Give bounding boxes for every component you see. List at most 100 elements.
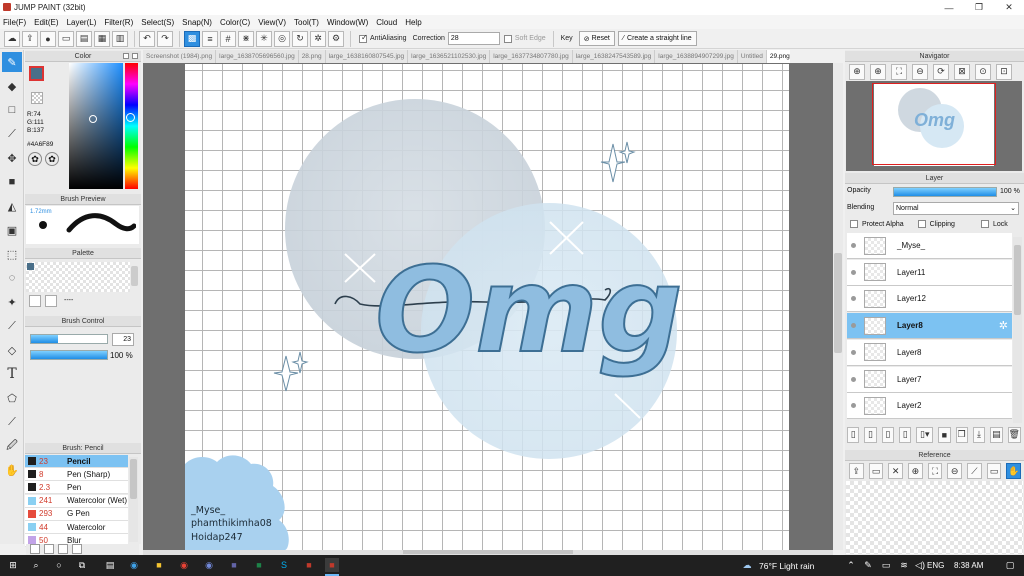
story-icon[interactable]: ▥ bbox=[112, 30, 128, 47]
antialiasing-checkbox[interactable]: ✓ bbox=[359, 33, 368, 43]
zoom-out-icon[interactable]: ⊖ bbox=[912, 63, 928, 80]
layer-row[interactable]: Layer11 bbox=[847, 259, 1012, 286]
fit-icon[interactable]: ⛶ bbox=[891, 63, 907, 80]
brush-list-scroll-thumb[interactable] bbox=[130, 459, 137, 499]
tray-chevron-icon[interactable]: ⌃ bbox=[844, 558, 858, 572]
snap-more-icon[interactable]: ⚙ bbox=[328, 30, 344, 47]
new-1bit-layer-icon[interactable]: ▯ bbox=[881, 426, 895, 443]
volume-icon[interactable]: ◁) bbox=[913, 558, 927, 572]
lock-view-icon[interactable]: ⊡ bbox=[996, 63, 1012, 80]
cortana-icon[interactable]: ○ bbox=[52, 558, 66, 572]
brush-new-icon[interactable] bbox=[44, 544, 54, 554]
reference-zoom-in-icon[interactable]: ⊕ bbox=[908, 463, 923, 479]
menu-edit[interactable]: Edit(E) bbox=[34, 18, 58, 27]
discord-icon[interactable]: ◉ bbox=[202, 558, 216, 572]
text-tool-icon[interactable]: T bbox=[2, 364, 22, 384]
layer-row[interactable]: Layer8 ✲ bbox=[847, 313, 1012, 340]
menu-file[interactable]: File(F) bbox=[3, 18, 26, 27]
select-eraser-icon[interactable]: ◇ bbox=[2, 340, 22, 360]
menu-cloud[interactable]: Cloud bbox=[376, 18, 397, 27]
windows-start-icon[interactable]: ⊞ bbox=[6, 558, 20, 572]
navigator-preview[interactable]: Omg bbox=[846, 81, 1022, 171]
lasso-icon[interactable]: ◌ bbox=[2, 268, 22, 288]
panel-close-icon[interactable] bbox=[132, 53, 138, 59]
powerpoint-icon[interactable]: ■ bbox=[302, 558, 316, 572]
layer-scrollbar[interactable] bbox=[1013, 237, 1022, 423]
layer-row[interactable]: _Myse_ bbox=[847, 233, 1012, 259]
excel-icon[interactable]: ■ bbox=[252, 558, 266, 572]
brush-item[interactable]: 8 Pen (Sharp) bbox=[25, 468, 128, 482]
layer-settings-icon[interactable]: ✲ bbox=[999, 319, 1008, 332]
snap-vanishing-icon[interactable]: ✳ bbox=[256, 30, 272, 47]
document-tab[interactable]: large_1638160807545.jpg bbox=[326, 50, 409, 63]
language-indicator[interactable]: ENG bbox=[927, 561, 944, 570]
palette-area[interactable] bbox=[26, 262, 130, 292]
menu-tool[interactable]: Tool(T) bbox=[294, 18, 319, 27]
layer-scroll-thumb[interactable] bbox=[1014, 245, 1021, 315]
document-tab[interactable]: 28.png bbox=[299, 50, 326, 63]
reset-button[interactable]: ⊘ Reset bbox=[578, 31, 615, 46]
monitor-icon[interactable]: ▭ bbox=[58, 30, 74, 47]
layer-opacity-slider[interactable] bbox=[893, 187, 997, 197]
snap-parallel-icon[interactable]: ≡ bbox=[202, 30, 218, 47]
visibility-icon[interactable] bbox=[851, 243, 856, 248]
delete-layer-icon[interactable]: 🗑 bbox=[1007, 426, 1021, 443]
brush-item[interactable]: 2.3 Pen bbox=[25, 481, 128, 495]
transparent-swatch[interactable] bbox=[31, 92, 43, 104]
edge-icon[interactable]: ◉ bbox=[127, 558, 141, 572]
canvas-scroll-thumb[interactable] bbox=[834, 253, 842, 353]
hue-slider[interactable] bbox=[125, 63, 138, 189]
menu-snap[interactable]: Snap(N) bbox=[182, 18, 212, 27]
reference-fit-icon[interactable]: ⛶ bbox=[927, 463, 943, 479]
zoom-in-icon[interactable]: ⊕ bbox=[870, 63, 886, 80]
pen-workspace-icon[interactable]: ✎ bbox=[861, 558, 875, 572]
brush-item[interactable]: 44 Watercolor bbox=[25, 521, 128, 534]
artboard[interactable]: Omg _Myse_ phamthikimha08 Hoidap247 bbox=[185, 64, 789, 550]
new-halftone-layer-icon[interactable]: ▯ bbox=[899, 426, 912, 443]
task-view-icon[interactable]: ⧉ bbox=[75, 558, 89, 572]
close-button[interactable]: ✕ bbox=[994, 0, 1024, 15]
menu-view[interactable]: View(V) bbox=[258, 18, 286, 27]
reference-eyedropper-icon[interactable]: ⟋ bbox=[967, 463, 982, 479]
select-rect-icon[interactable]: ⬚ bbox=[2, 244, 22, 264]
teams-icon[interactable]: ■ bbox=[227, 558, 241, 572]
layer-row[interactable]: Layer12 bbox=[847, 286, 1012, 313]
straight-line-button[interactable]: ⁄ Create a straight line bbox=[617, 31, 697, 46]
new-layer-icon[interactable]: ▯ bbox=[847, 426, 860, 443]
document-tab[interactable]: large_1638247543589.jpg bbox=[573, 50, 656, 63]
menu-layer[interactable]: Layer(L) bbox=[67, 18, 97, 27]
layer-row[interactable]: Layer7 bbox=[847, 366, 1012, 393]
reset-view-icon[interactable]: ⊙ bbox=[975, 63, 991, 80]
rect-select-icon[interactable]: □ bbox=[2, 100, 22, 120]
palette-scrollbar[interactable] bbox=[131, 266, 138, 286]
protect-alpha-checkbox[interactable] bbox=[850, 220, 858, 228]
layer-row[interactable]: Layer2 bbox=[847, 393, 1012, 420]
dropper-icon[interactable]: ⟋ bbox=[2, 412, 22, 432]
brush-item[interactable]: 241 Watercolor (Wet) bbox=[25, 494, 128, 508]
visibility-icon[interactable] bbox=[851, 349, 856, 355]
brush-item[interactable]: 293 G Pen bbox=[25, 507, 128, 521]
pen-tool-icon[interactable]: ✎ bbox=[2, 52, 22, 72]
snap-crisscross-icon[interactable]: ⋇ bbox=[238, 30, 254, 47]
brush-copy-icon[interactable] bbox=[58, 544, 68, 554]
hand-tool-icon[interactable]: ✋ bbox=[2, 460, 22, 480]
zoom-icon[interactable]: ⊕ bbox=[849, 63, 865, 80]
eyedropper-icon[interactable]: 🖉 bbox=[2, 436, 22, 456]
document-icon[interactable]: ▤ bbox=[76, 30, 92, 47]
picker-cursor[interactable] bbox=[89, 115, 97, 123]
magic-wand-icon[interactable]: ✦ bbox=[2, 292, 22, 312]
snap-settings-icon[interactable]: ✲ bbox=[310, 30, 326, 47]
snap-grid-icon[interactable]: # bbox=[220, 30, 236, 47]
layer-property-icon[interactable]: ▤ bbox=[990, 426, 1003, 443]
rectangle-fill-icon[interactable]: ■ bbox=[2, 172, 22, 192]
size-slider[interactable] bbox=[30, 334, 108, 344]
canvas-hscroll-thumb[interactable] bbox=[403, 550, 573, 554]
redo-icon[interactable]: ↷ bbox=[157, 30, 173, 47]
document-tab[interactable]: 29.png bbox=[766, 50, 790, 63]
reference-area[interactable] bbox=[846, 481, 1023, 554]
menu-select[interactable]: Select(S) bbox=[141, 18, 174, 27]
document-tab[interactable]: Untitled bbox=[738, 50, 767, 63]
size-input[interactable]: 23 bbox=[112, 333, 134, 346]
snap-curve-icon[interactable]: ↻ bbox=[292, 30, 308, 47]
reference-pick-icon[interactable]: ▭ bbox=[986, 463, 1002, 479]
